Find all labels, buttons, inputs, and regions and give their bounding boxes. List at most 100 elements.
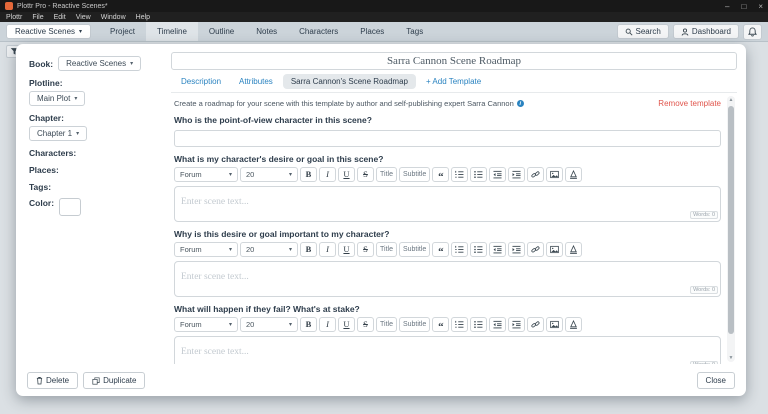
bulleted-list-button[interactable] [470, 317, 487, 332]
delete-button-label: Delete [46, 376, 69, 385]
menu-window[interactable]: Window [101, 14, 126, 21]
italic-button[interactable]: I [319, 167, 336, 182]
image-button[interactable] [546, 242, 563, 257]
trash-icon [36, 376, 43, 385]
rce-editor-area[interactable]: Enter scene text... Words: 0 [174, 186, 721, 222]
delete-button[interactable]: Delete [27, 372, 78, 389]
duplicate-button[interactable]: Duplicate [83, 372, 145, 389]
subtitle-style-button[interactable]: Subtitle [399, 242, 430, 257]
book-select[interactable]: Reactive Scenes ▾ [58, 56, 141, 71]
bold-button[interactable]: B [300, 242, 317, 257]
info-icon[interactable]: i [517, 100, 524, 107]
font-size-select[interactable]: 20 ▾ [240, 242, 298, 257]
rce-editor-area[interactable]: Enter scene text... Words: 0 [174, 336, 721, 365]
bold-button[interactable]: B [300, 317, 317, 332]
search-button[interactable]: Search [617, 24, 669, 39]
close-button[interactable]: Close [697, 372, 735, 389]
places-label[interactable]: Places: [29, 165, 59, 175]
image-button[interactable] [546, 167, 563, 182]
strikethrough-button[interactable]: S [357, 242, 374, 257]
bulleted-list-button[interactable] [470, 242, 487, 257]
chapter-select[interactable]: Chapter 1 ▾ [29, 126, 87, 141]
book-switcher-dropdown[interactable]: Reactive Scenes ▾ [6, 24, 91, 39]
outdent-button[interactable] [489, 317, 506, 332]
text-color-button[interactable] [565, 317, 582, 332]
question-answer-input[interactable] [174, 130, 721, 147]
nav-tab-timeline[interactable]: Timeline [146, 22, 198, 41]
indent-button[interactable] [508, 317, 525, 332]
tags-label[interactable]: Tags: [29, 182, 51, 192]
card-tab[interactable]: Sarra Cannon's Scene Roadmap [283, 74, 416, 89]
underline-button[interactable]: U [338, 167, 355, 182]
blockquote-button[interactable]: “ [432, 317, 449, 332]
font-family-select[interactable]: Forum ▾ [174, 242, 238, 257]
strikethrough-button[interactable]: S [357, 317, 374, 332]
dashboard-button[interactable]: Dashboard [673, 24, 739, 39]
font-size-value: 20 [246, 245, 254, 254]
rce-editor-area[interactable]: Enter scene text... Words: 0 [174, 261, 721, 297]
scroll-down-arrow-icon[interactable]: ▼ [727, 354, 735, 362]
link-button[interactable] [527, 242, 544, 257]
nav-tab-notes[interactable]: Notes [245, 22, 288, 41]
nav-tab-outline[interactable]: Outline [198, 22, 245, 41]
font-family-select[interactable]: Forum ▾ [174, 317, 238, 332]
nav-tab-characters[interactable]: Characters [288, 22, 349, 41]
numbered-list-button[interactable] [451, 167, 468, 182]
link-button[interactable] [527, 167, 544, 182]
bulleted-list-button[interactable] [470, 167, 487, 182]
card-tab[interactable]: Attributes [231, 74, 281, 89]
blockquote-button[interactable]: “ [432, 242, 449, 257]
nav-tab-tags[interactable]: Tags [395, 22, 434, 41]
italic-button[interactable]: I [319, 242, 336, 257]
plotline-select[interactable]: Main Plot ▾ [29, 91, 85, 106]
remove-template-link[interactable]: Remove template [658, 99, 721, 108]
menu-plottr[interactable]: Plottr [6, 14, 22, 21]
title-style-button[interactable]: Title [376, 167, 397, 182]
minimize-button[interactable]: – [725, 2, 729, 11]
nav-tab-project[interactable]: Project [99, 22, 146, 41]
outdent-button[interactable] [489, 242, 506, 257]
subtitle-style-button[interactable]: Subtitle [399, 317, 430, 332]
blockquote-button[interactable]: “ [432, 167, 449, 182]
underline-button[interactable]: U [338, 317, 355, 332]
numbered-list-button[interactable] [451, 242, 468, 257]
menu-help[interactable]: Help [136, 14, 150, 21]
scene-title-input[interactable] [171, 52, 737, 70]
menu-view[interactable]: View [76, 14, 91, 21]
font-size-select[interactable]: 20 ▾ [240, 167, 298, 182]
characters-label[interactable]: Characters: [29, 148, 76, 158]
indent-button[interactable] [508, 242, 525, 257]
rce-placeholder: Enter scene text... [181, 197, 249, 207]
title-style-button[interactable]: Title [376, 242, 397, 257]
italic-button[interactable]: I [319, 317, 336, 332]
card-tab[interactable]: Description [173, 74, 229, 89]
underline-button[interactable]: U [338, 242, 355, 257]
scrollbar-thumb[interactable] [728, 106, 734, 334]
subtitle-style-button[interactable]: Subtitle [399, 167, 430, 182]
close-window-button[interactable]: × [758, 2, 763, 11]
maximize-button[interactable]: □ [741, 2, 746, 11]
indent-button[interactable] [508, 167, 525, 182]
text-color-button[interactable] [565, 167, 582, 182]
bulleted-list-icon [474, 245, 483, 254]
bold-button[interactable]: B [300, 167, 317, 182]
nav-tab-places[interactable]: Places [349, 22, 395, 41]
color-swatch-picker[interactable] [59, 198, 81, 216]
rce-toolbar: Forum ▾ 20 ▾ B I U S Title Subtitle “ [174, 317, 721, 332]
numbered-list-button[interactable] [451, 317, 468, 332]
chevron-down-icon: ▾ [289, 171, 292, 178]
font-size-select[interactable]: 20 ▾ [240, 317, 298, 332]
image-button[interactable] [546, 317, 563, 332]
text-color-button[interactable] [565, 242, 582, 257]
font-family-select[interactable]: Forum ▾ [174, 167, 238, 182]
scroll-up-arrow-icon[interactable]: ▲ [727, 96, 735, 104]
title-style-button[interactable]: Title [376, 317, 397, 332]
content-scrollbar[interactable]: ▲ ▼ [727, 96, 735, 362]
notifications-button[interactable] [743, 24, 762, 40]
menu-file[interactable]: File [32, 14, 43, 21]
strikethrough-button[interactable]: S [357, 167, 374, 182]
card-tab[interactable]: + Add Template [418, 74, 489, 89]
menu-edit[interactable]: Edit [54, 14, 66, 21]
link-button[interactable] [527, 317, 544, 332]
outdent-button[interactable] [489, 167, 506, 182]
